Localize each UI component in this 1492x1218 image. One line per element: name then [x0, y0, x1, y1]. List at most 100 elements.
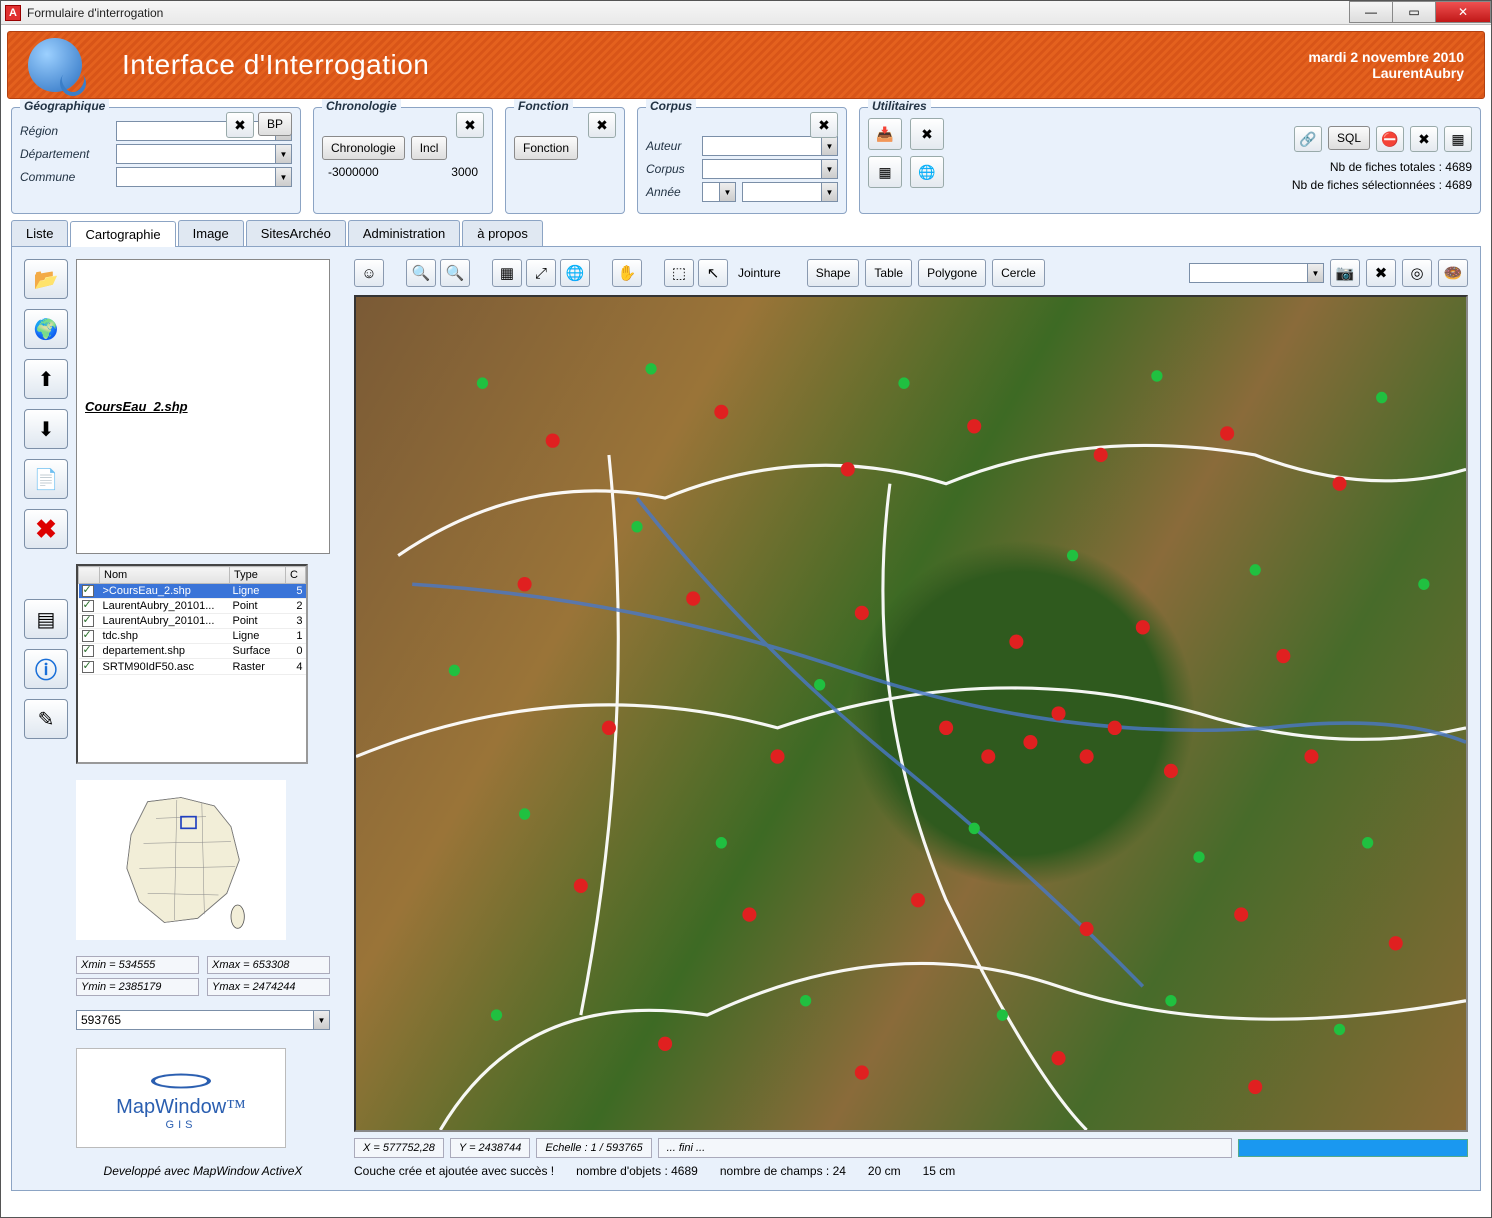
chrono-clear-button[interactable]: ✖ — [456, 112, 484, 138]
geo-fieldset: Géographique ✖ BP Région▼ Département▼ C… — [11, 107, 301, 214]
fonction-fieldset: Fonction ✖ Fonction — [505, 107, 625, 214]
layer-list[interactable]: Nom Type C >CoursEau_2.shpLigne5LaurentA… — [76, 564, 308, 764]
chrono-min: -3000000 — [328, 165, 379, 179]
tab-image[interactable]: Image — [178, 220, 244, 246]
chronologie-button[interactable]: Chronologie — [322, 136, 405, 160]
progress-bar — [1238, 1139, 1468, 1157]
layer-row[interactable]: tdc.shpLigne1 — [79, 629, 306, 644]
utilitaires-fieldset: Utilitaires 📥 ▦ ✖ 🌐 🔗 SQL ⛔ ✖ ▦ — [859, 107, 1481, 214]
zoom-out-button[interactable]: 🔍 — [440, 259, 470, 287]
fonction-button[interactable]: Fonction — [514, 136, 578, 160]
annee-combo2[interactable]: ▼ — [742, 182, 838, 202]
xmax: Xmax = 653308 — [207, 956, 330, 974]
pointer-button[interactable]: ↖ — [698, 259, 728, 287]
main-area: ☺ 🔍 🔍 ▦ ⤢ 🌐 ✋ ⬚ ↖ Joi — [342, 247, 1480, 1190]
ring-button[interactable]: ◎ — [1402, 259, 1432, 287]
clear-button[interactable]: ✖ — [910, 118, 944, 150]
app-header: Interface d'Interrogation mardi 2 novemb… — [7, 31, 1485, 99]
layer-row[interactable]: SRTM90IdF50.ascRaster4 — [79, 659, 306, 674]
layer-row[interactable]: LaurentAubry_20101...Point2 — [79, 599, 306, 614]
polygone-button[interactable]: Polygone — [918, 259, 986, 287]
tab-apropos[interactable]: à propos — [462, 220, 543, 246]
fullextent-button[interactable]: ⤢ — [526, 259, 556, 287]
cercle-button[interactable]: Cercle — [992, 259, 1045, 287]
table-button[interactable]: Table — [865, 259, 912, 287]
corpus-label: Corpus — [646, 162, 696, 176]
open-folder-button[interactable]: 📂 — [24, 259, 68, 299]
status-d2: 15 cm — [923, 1164, 956, 1178]
tab-administration[interactable]: Administration — [348, 220, 460, 246]
globe-button[interactable]: 🌐 — [560, 259, 590, 287]
sel-label: Nb de fiches sélectionnées : — [1292, 178, 1445, 192]
header-user: LaurentAubry — [1308, 65, 1464, 81]
status-line: Couche crée et ajoutée avec succès ! nom… — [354, 1164, 1468, 1178]
layer-row[interactable]: >CoursEau_2.shpLigne5 — [79, 584, 306, 599]
col-c[interactable]: C — [286, 567, 306, 584]
region-label: Région — [20, 124, 110, 138]
layer-row[interactable]: LaurentAubry_20101...Point3 — [79, 614, 306, 629]
annee-combo1[interactable]: ▼ — [702, 182, 736, 202]
toolbar-combo[interactable]: ▼ — [1189, 263, 1324, 283]
col-type[interactable]: Type — [230, 567, 286, 584]
layer-row[interactable]: departement.shpSurface0 — [79, 644, 306, 659]
select-button[interactable]: ⬚ — [664, 259, 694, 287]
departement-label: Département — [20, 147, 110, 161]
pan-button[interactable]: ✋ — [612, 259, 642, 287]
workspace: 📂 🌍 ⬆ ⬇ 📄 ✖ ▤ ⓘ ✎ CoursEau_2.shp Nom — [11, 247, 1481, 1191]
sql-button[interactable]: SQL — [1328, 126, 1370, 150]
minimize-button[interactable]: — — [1349, 1, 1393, 23]
move-down-button[interactable]: ⬇ — [24, 409, 68, 449]
window-title: Formulaire d'interrogation — [27, 6, 163, 20]
incl-button[interactable]: Incl — [411, 136, 448, 160]
geo-clear-button[interactable]: ✖ — [226, 112, 254, 138]
util-link-button[interactable]: 🔗 — [1294, 126, 1322, 152]
status-x: X = 577752,28 — [354, 1138, 444, 1158]
smiley-button[interactable]: ☺ — [354, 259, 384, 287]
map-toolbar: ☺ 🔍 🔍 ▦ ⤢ 🌐 ✋ ⬚ ↖ Joi — [354, 259, 1468, 287]
tab-liste[interactable]: Liste — [11, 220, 68, 246]
excel-button[interactable]: ▦ — [868, 156, 902, 188]
maximize-button[interactable]: ▭ — [1392, 1, 1436, 23]
tab-sitesarcheo[interactable]: SitesArchéo — [246, 220, 346, 246]
style-button[interactable]: ✎ — [24, 699, 68, 739]
auteur-combo[interactable]: ▼ — [702, 136, 838, 156]
map-canvas[interactable] — [354, 295, 1468, 1132]
world-button[interactable]: 🌐 — [910, 156, 944, 188]
import-button[interactable]: 📥 — [868, 118, 902, 150]
status-y: Y = 2438744 — [450, 1138, 531, 1158]
clear-sel-button[interactable]: ✖ — [1366, 259, 1396, 287]
camera-button[interactable]: 📷 — [1330, 259, 1360, 287]
info-button[interactable]: ⓘ — [24, 649, 68, 689]
move-up-button[interactable]: ⬆ — [24, 359, 68, 399]
col-nom[interactable]: Nom — [100, 567, 230, 584]
donut-button[interactable]: 🍩 — [1438, 259, 1468, 287]
minimap-france — [76, 780, 286, 940]
zoom-in-button[interactable]: 🔍 — [406, 259, 436, 287]
util-color-button[interactable]: ▦ — [1444, 126, 1472, 152]
props-button[interactable]: ▤ — [24, 599, 68, 639]
sel-value: 4689 — [1445, 178, 1472, 192]
commune-combo[interactable]: ▼ — [116, 167, 292, 187]
remove-layer-button[interactable]: 📄 — [24, 459, 68, 499]
current-file[interactable]: CoursEau_2.shp — [76, 259, 330, 554]
close-button[interactable]: ✕ — [1435, 1, 1491, 23]
extent-box: Xmin = 534555 Xmax = 653308 Ymin = 23851… — [76, 956, 330, 996]
extent-button[interactable]: ▦ — [492, 259, 522, 287]
fonction-clear-button[interactable]: ✖ — [588, 112, 616, 138]
corpus-combo[interactable]: ▼ — [702, 159, 838, 179]
util-delete-button[interactable]: ⛔ — [1376, 126, 1404, 152]
tab-cartographie[interactable]: Cartographie — [70, 221, 175, 247]
util-clear2-button[interactable]: ✖ — [1410, 126, 1438, 152]
total-value: 4689 — [1445, 160, 1472, 174]
shape-button[interactable]: Shape — [807, 259, 860, 287]
auteur-label: Auteur — [646, 139, 696, 153]
xmin: Xmin = 534555 — [76, 956, 199, 974]
refresh-layer-button[interactable]: 🌍 — [24, 309, 68, 349]
credit-text: Developpé avec MapWindow ActiveX — [76, 1164, 330, 1178]
bp-button[interactable]: BP — [258, 112, 292, 136]
departement-combo[interactable]: ▼ — [116, 144, 292, 164]
scale-select[interactable]: 593765▼ — [76, 1010, 330, 1030]
delete-button[interactable]: ✖ — [24, 509, 68, 549]
chrono-max: 3000 — [451, 165, 478, 179]
corpus-clear-button[interactable]: ✖ — [810, 112, 838, 138]
